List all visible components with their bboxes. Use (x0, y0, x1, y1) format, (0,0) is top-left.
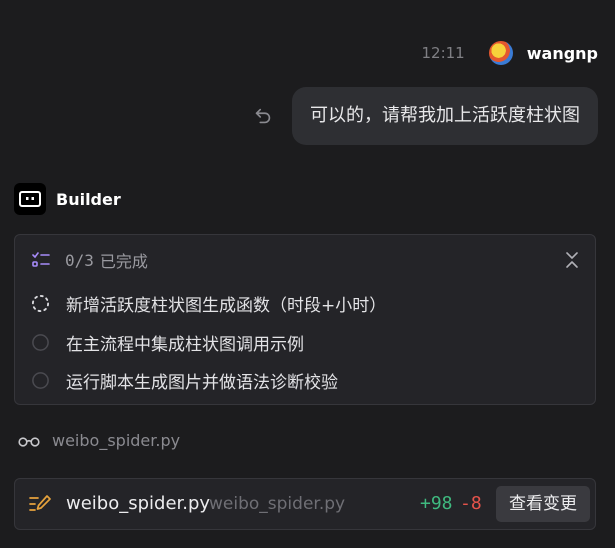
avatar (488, 41, 513, 65)
task-item-label: 运行脚本生成图片并做语法诊断校验 (66, 373, 338, 393)
message-time: 12:11 (421, 44, 465, 62)
pending-circle-icon (32, 372, 49, 389)
task-item-label: 新增活跃度柱状图生成函数（时段+小时） (66, 296, 387, 316)
loading-spinner-icon (31, 294, 50, 313)
builder-logo-icon (14, 183, 46, 215)
user-message-header: 12:11 wangnp (421, 38, 598, 68)
chat-panel: 12:11 wangnp 可以的，请帮我加上活跃度柱状图 Builder 0/3… (0, 0, 615, 548)
deletions-count: -8 (460, 493, 482, 514)
pending-circle-icon (32, 334, 49, 351)
username: wangnp (526, 43, 598, 63)
changed-file-path: weibo_spider.py (209, 494, 346, 514)
additions-count: +98 (420, 493, 453, 514)
edit-file-icon (29, 495, 51, 511)
task-item: 在主流程中集成柱状图调用示例 (31, 330, 304, 355)
viewed-file-name: weibo_spider.py (52, 431, 181, 450)
undo-icon[interactable] (252, 105, 274, 127)
glasses-icon (18, 436, 40, 447)
task-item-label: 在主流程中集成柱状图调用示例 (66, 335, 304, 355)
user-message-row: 可以的，请帮我加上活跃度柱状图 (252, 87, 598, 145)
task-item: 新增活跃度柱状图生成函数（时段+小时） (31, 291, 386, 316)
task-status-label: 已完成 (99, 252, 148, 271)
task-progress: 0/3 (65, 250, 94, 270)
task-list-icon (32, 252, 50, 267)
view-changes-button[interactable]: 查看变更 (496, 486, 590, 522)
viewed-file-row[interactable]: weibo_spider.py (18, 431, 180, 450)
changed-file-name[interactable]: weibo_spider.py (66, 493, 210, 514)
user-message-bubble: 可以的，请帮我加上活跃度柱状图 (292, 87, 598, 145)
collapse-icon[interactable] (565, 250, 579, 270)
task-list-header[interactable]: 0/3 已完成 (31, 248, 583, 272)
file-change-card[interactable]: weibo_spider.py weibo_spider.py +98 -8 查… (14, 478, 596, 530)
task-list-card: 0/3 已完成 新增活跃度柱状图生成函数（时段+小时） 在主流程中集成柱状图调用… (14, 234, 596, 405)
assistant-header: Builder (14, 183, 121, 215)
task-item: 运行脚本生成图片并做语法诊断校验 (31, 368, 338, 393)
assistant-name: Builder (56, 189, 121, 209)
